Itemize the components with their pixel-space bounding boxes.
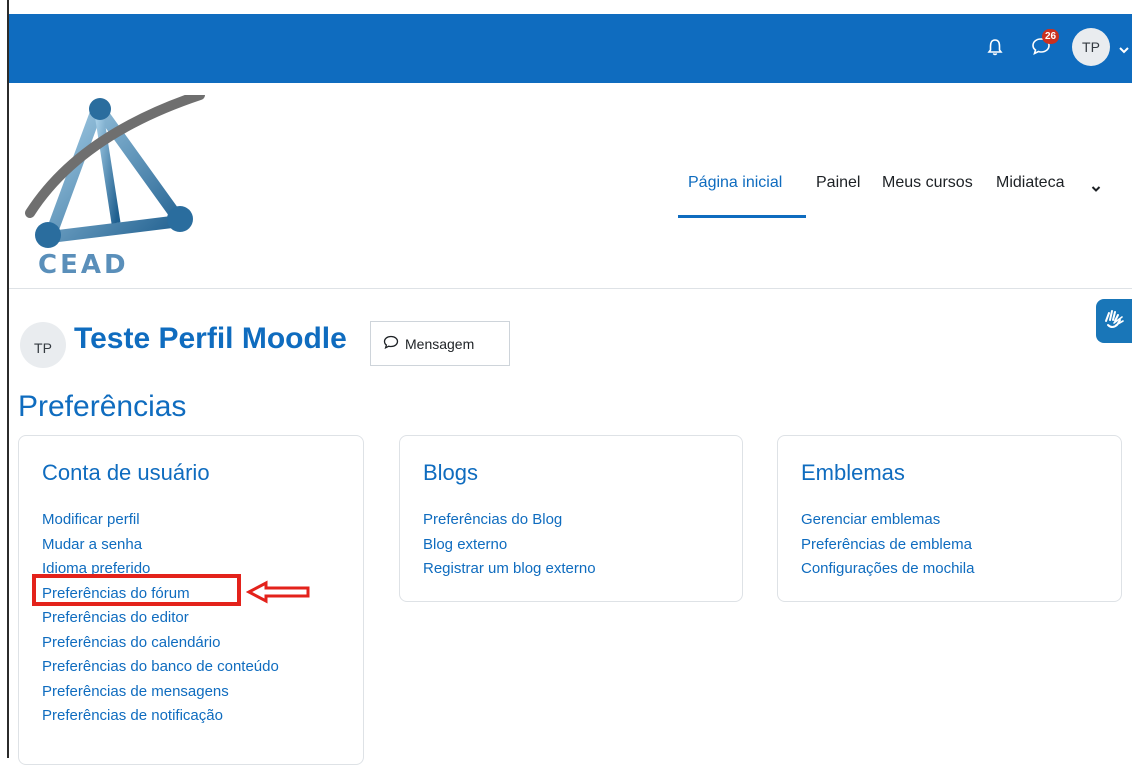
- link-preferencias-blog[interactable]: Preferências do Blog: [423, 508, 596, 533]
- page-title: Preferências: [18, 390, 187, 423]
- link-gerenciar-emblemas[interactable]: Gerenciar emblemas: [801, 508, 974, 533]
- card-blogs: Blogs Preferências do Blog Blog externo …: [399, 435, 743, 602]
- link-preferencias-mensagens[interactable]: Preferências de mensagens: [42, 680, 282, 705]
- annotation-highlight-box: [32, 574, 241, 606]
- link-preferencias-editor[interactable]: Preferências do editor: [42, 606, 282, 631]
- user-avatar[interactable]: TP: [1072, 28, 1110, 66]
- nav-meus-cursos[interactable]: Meus cursos: [882, 174, 973, 192]
- link-mudar-senha[interactable]: Mudar a senha: [42, 533, 282, 558]
- link-configuracoes-mochila[interactable]: Configurações de mochila: [801, 557, 974, 582]
- active-nav-indicator: [678, 215, 806, 218]
- link-list: Gerenciar emblemas Preferências de emble…: [801, 508, 974, 582]
- bell-icon[interactable]: [987, 38, 1003, 61]
- link-blog-externo[interactable]: Blog externo: [423, 533, 596, 558]
- chevron-down-icon[interactable]: [1091, 180, 1101, 198]
- card-emblemas: Emblemas Gerenciar emblemas Preferências…: [777, 435, 1122, 602]
- header-divider: [9, 288, 1132, 289]
- link-preferencias-banco-conteudo[interactable]: Preferências do banco de conteúdo: [42, 655, 282, 680]
- link-preferencias-calendario[interactable]: Preferências do calendário: [42, 631, 282, 656]
- profile-avatar: TP: [20, 322, 66, 368]
- link-list: Preferências do Blog Blog externo Regist…: [423, 508, 596, 582]
- profile-name: Teste Perfil Moodle: [74, 322, 347, 355]
- annotation-arrow-icon: [245, 580, 312, 609]
- card-title: Emblemas: [801, 460, 905, 485]
- top-navbar: 26 TP: [9, 14, 1132, 83]
- hands-icon: [1102, 307, 1126, 336]
- logo-text: CEAD: [38, 250, 129, 280]
- link-modificar-perfil[interactable]: Modificar perfil: [42, 508, 282, 533]
- message-button[interactable]: Mensagem: [370, 321, 510, 366]
- link-preferencias-notificacao[interactable]: Preferências de notificação: [42, 704, 282, 729]
- nav-midiateca[interactable]: Midiateca: [996, 174, 1064, 192]
- link-preferencias-emblema[interactable]: Preferências de emblema: [801, 533, 974, 558]
- cead-logo[interactable]: CEAD: [20, 90, 215, 280]
- link-list: Modificar perfil Mudar a senha Idioma pr…: [42, 508, 282, 729]
- link-registrar-blog-externo[interactable]: Registrar um blog externo: [423, 557, 596, 582]
- nav-painel[interactable]: Painel: [816, 174, 860, 192]
- card-title: Conta de usuário: [42, 460, 210, 485]
- speech-bubble-icon: [383, 335, 399, 352]
- card-title: Blogs: [423, 460, 479, 485]
- notification-count-badge: 26: [1042, 29, 1059, 44]
- chevron-down-icon[interactable]: [1118, 42, 1130, 60]
- message-button-label: Mensagem: [405, 335, 475, 352]
- left-edge-rule: [7, 0, 9, 758]
- sign-language-accessibility-button[interactable]: [1096, 299, 1132, 343]
- nav-pagina-inicial[interactable]: Página inicial: [688, 174, 782, 192]
